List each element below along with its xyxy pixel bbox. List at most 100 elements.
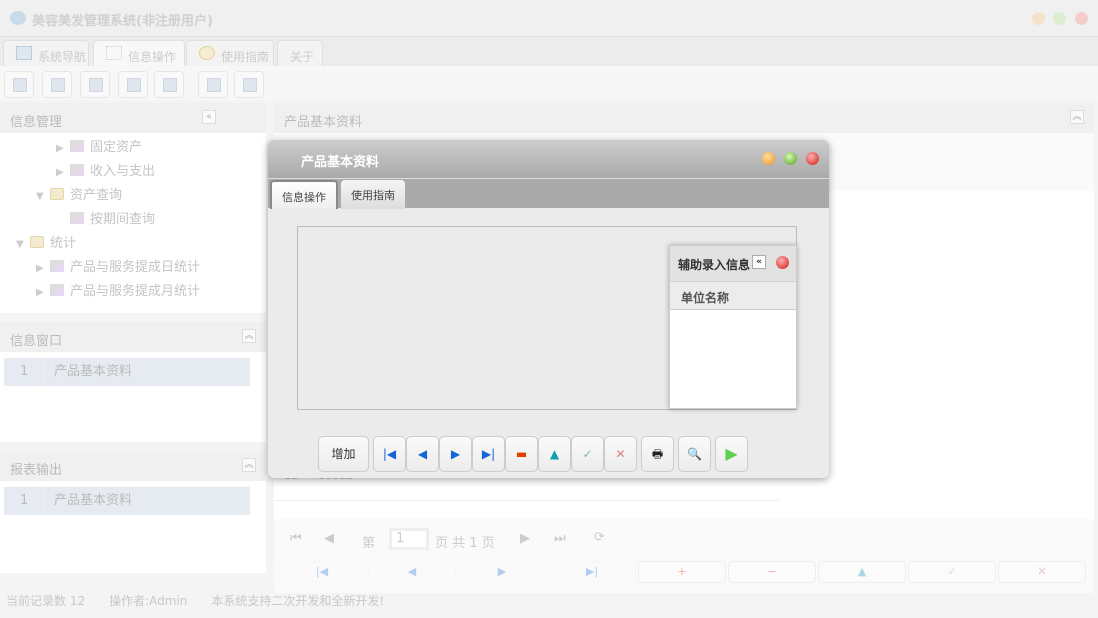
screen-globe-icon [163,78,177,92]
title-bar: 美容美发管理系统(非注册用户) [0,0,1098,37]
first-icon: |◀ [382,447,397,461]
dialog-tabs: 信息操作 使用指南 [268,178,829,209]
column-header[interactable]: 单位名称 [670,281,796,310]
toolbar-document-button[interactable] [80,71,110,98]
save-button[interactable]: ✓ [571,436,604,472]
cancel-button[interactable]: ✕ [604,436,637,472]
up-button[interactable]: ▲ [538,436,571,472]
list-item[interactable]: 1 产品基本资料 [4,487,250,515]
collapse-icon[interactable]: « [202,110,216,124]
grid-first-button[interactable]: |◀ [278,561,366,583]
dialog-title-bar: 产品基本资料 [268,140,829,178]
grid-add-button[interactable]: + [638,561,726,583]
expand-icon: ▶ [36,263,44,274]
wrench-icon [70,140,84,152]
next-record-button[interactable]: ▶ [439,436,472,472]
grid-last-button[interactable]: ▶| [548,561,636,583]
main-tabs: 系统导航 信息操作 使用指南 关于 [0,37,1098,66]
collapse-up-icon[interactable]: ︽ [1070,110,1084,124]
run-button[interactable]: ▶ [715,436,748,472]
tree-item[interactable]: 按期间查询 [0,208,266,232]
grid-up-button[interactable]: ▲ [818,561,906,583]
maximize-button[interactable] [1053,12,1066,25]
page-input[interactable]: 1 [389,528,429,550]
window-add-icon [207,78,221,92]
grid-save-button[interactable]: ✓ [908,561,996,583]
expand-icon: ▶ [56,143,64,154]
wrench-icon [70,212,84,224]
folder-icon [30,236,44,248]
close-button[interactable] [806,152,819,165]
next-page-button[interactable]: ▶ [520,531,530,546]
close-button[interactable] [1075,12,1088,25]
last-page-button[interactable]: ⏭ [554,531,566,546]
aux-panel-header: 辅助录入信息 « [670,246,796,281]
dialog-tab-guide[interactable]: 使用指南 [341,180,405,209]
close-button[interactable] [776,256,789,269]
collapse-arrow-icon: ▼ [16,239,24,250]
main-panel-header: 产品基本资料 ︽ [274,103,1094,133]
prev-record-button[interactable]: ◀ [406,436,439,472]
print-button[interactable]: 🖶 [641,436,674,472]
search-doc-icon [13,78,27,92]
toolbar-window-add-button[interactable] [198,71,228,98]
window-icon [243,78,257,92]
prev-page-button[interactable]: ◀ [324,531,334,546]
first-record-button[interactable]: |◀ [373,436,406,472]
add-button[interactable]: 增加 [318,436,369,472]
tree-item[interactable]: ▶ 产品与服务提成日统计 [0,256,266,280]
grid-cancel-button[interactable]: ✕ [998,561,1086,583]
clock-icon [199,46,215,60]
collapse-up-icon[interactable]: ︽ [242,329,256,343]
user-screen-icon [127,78,141,92]
first-page-button[interactable]: ⏮ [290,531,302,546]
last-record-button[interactable]: ▶| [472,436,505,472]
preview-button[interactable]: 🔍 [678,436,711,472]
app-title: 美容美发管理系统(非注册用户) [32,14,213,29]
tree-item[interactable]: ▶ 固定资产 [0,136,266,160]
maximize-button[interactable] [784,152,797,165]
toolbar-screen-button[interactable] [154,71,184,98]
collapse-up-icon[interactable]: ︽ [242,458,256,472]
delete-button[interactable]: ▬ [505,436,538,472]
report-panel-header: 报表输出 ︽ [0,451,266,481]
toolbar-search-button[interactable] [4,71,34,98]
grid-delete-button[interactable]: − [728,561,816,583]
minimize-button[interactable] [1032,12,1045,25]
grid-next-button[interactable]: ▶ [458,561,546,583]
toolbar-user-button[interactable] [118,71,148,98]
tree-item[interactable]: ▶ 收入与支出 [0,160,266,184]
up-icon: ▲ [549,447,560,461]
refresh-icon[interactable]: ⟳ [594,530,605,545]
tab-system-nav[interactable]: 系统导航 [3,40,89,66]
tree-item[interactable]: ▼ 资产查询 [0,184,266,208]
last-icon: ▶| [481,447,496,461]
nav-panel-header: 信息管理 « [0,103,266,133]
aux-input-panel: 辅助录入信息 « 单位名称 [669,245,797,409]
next-icon: ▶ [450,447,461,461]
toolbar-window-button[interactable] [234,71,264,98]
toolbar-list-button[interactable] [42,71,72,98]
nav-panel: 信息管理 « ▶ 固定资产 ▶ 收入与支出 ▼ 资产查询 按期间查询 ▼ 统计 ▶ 产品与服… [0,103,266,313]
document-icon [89,78,103,92]
tree-item[interactable]: ▼ 统计 [0,232,266,256]
status-bar: 当前记录数 12 操作者:Admin 本系统支持二次开发和全新开发! [6,594,385,608]
collapse-icon[interactable]: « [752,255,766,269]
tab-info-ops[interactable]: 信息操作 [93,40,185,66]
nav-tree: ▶ 固定资产 ▶ 收入与支出 ▼ 资产查询 按期间查询 ▼ 统计 ▶ 产品与服务提成日统计… [0,133,266,304]
tab-guide[interactable]: 使用指南 [186,40,274,66]
list-item[interactable]: 1 产品基本资料 [4,358,250,386]
dialog-tab-info-ops[interactable]: 信息操作 [270,180,338,209]
grid-icon [106,46,122,60]
wrench-icon [50,284,64,296]
tree-item[interactable]: ▶ 产品与服务提成月统计 [0,280,266,304]
report-panel: 报表输出 ︽ 1 产品基本资料 [0,451,266,573]
grid-prev-button[interactable]: ◀ [368,561,456,583]
print-icon: 🖶 [651,447,664,461]
tab-about[interactable]: 关于 [277,40,323,66]
minimize-button[interactable] [762,152,775,165]
collapse-arrow-icon: ▼ [36,191,44,202]
pager: ⏮ ◀ 第 1 页 共 1 页 ▶ ⏭ ⟳ [290,528,605,551]
prev-icon: ◀ [417,447,428,461]
expand-icon: ▶ [56,167,64,178]
